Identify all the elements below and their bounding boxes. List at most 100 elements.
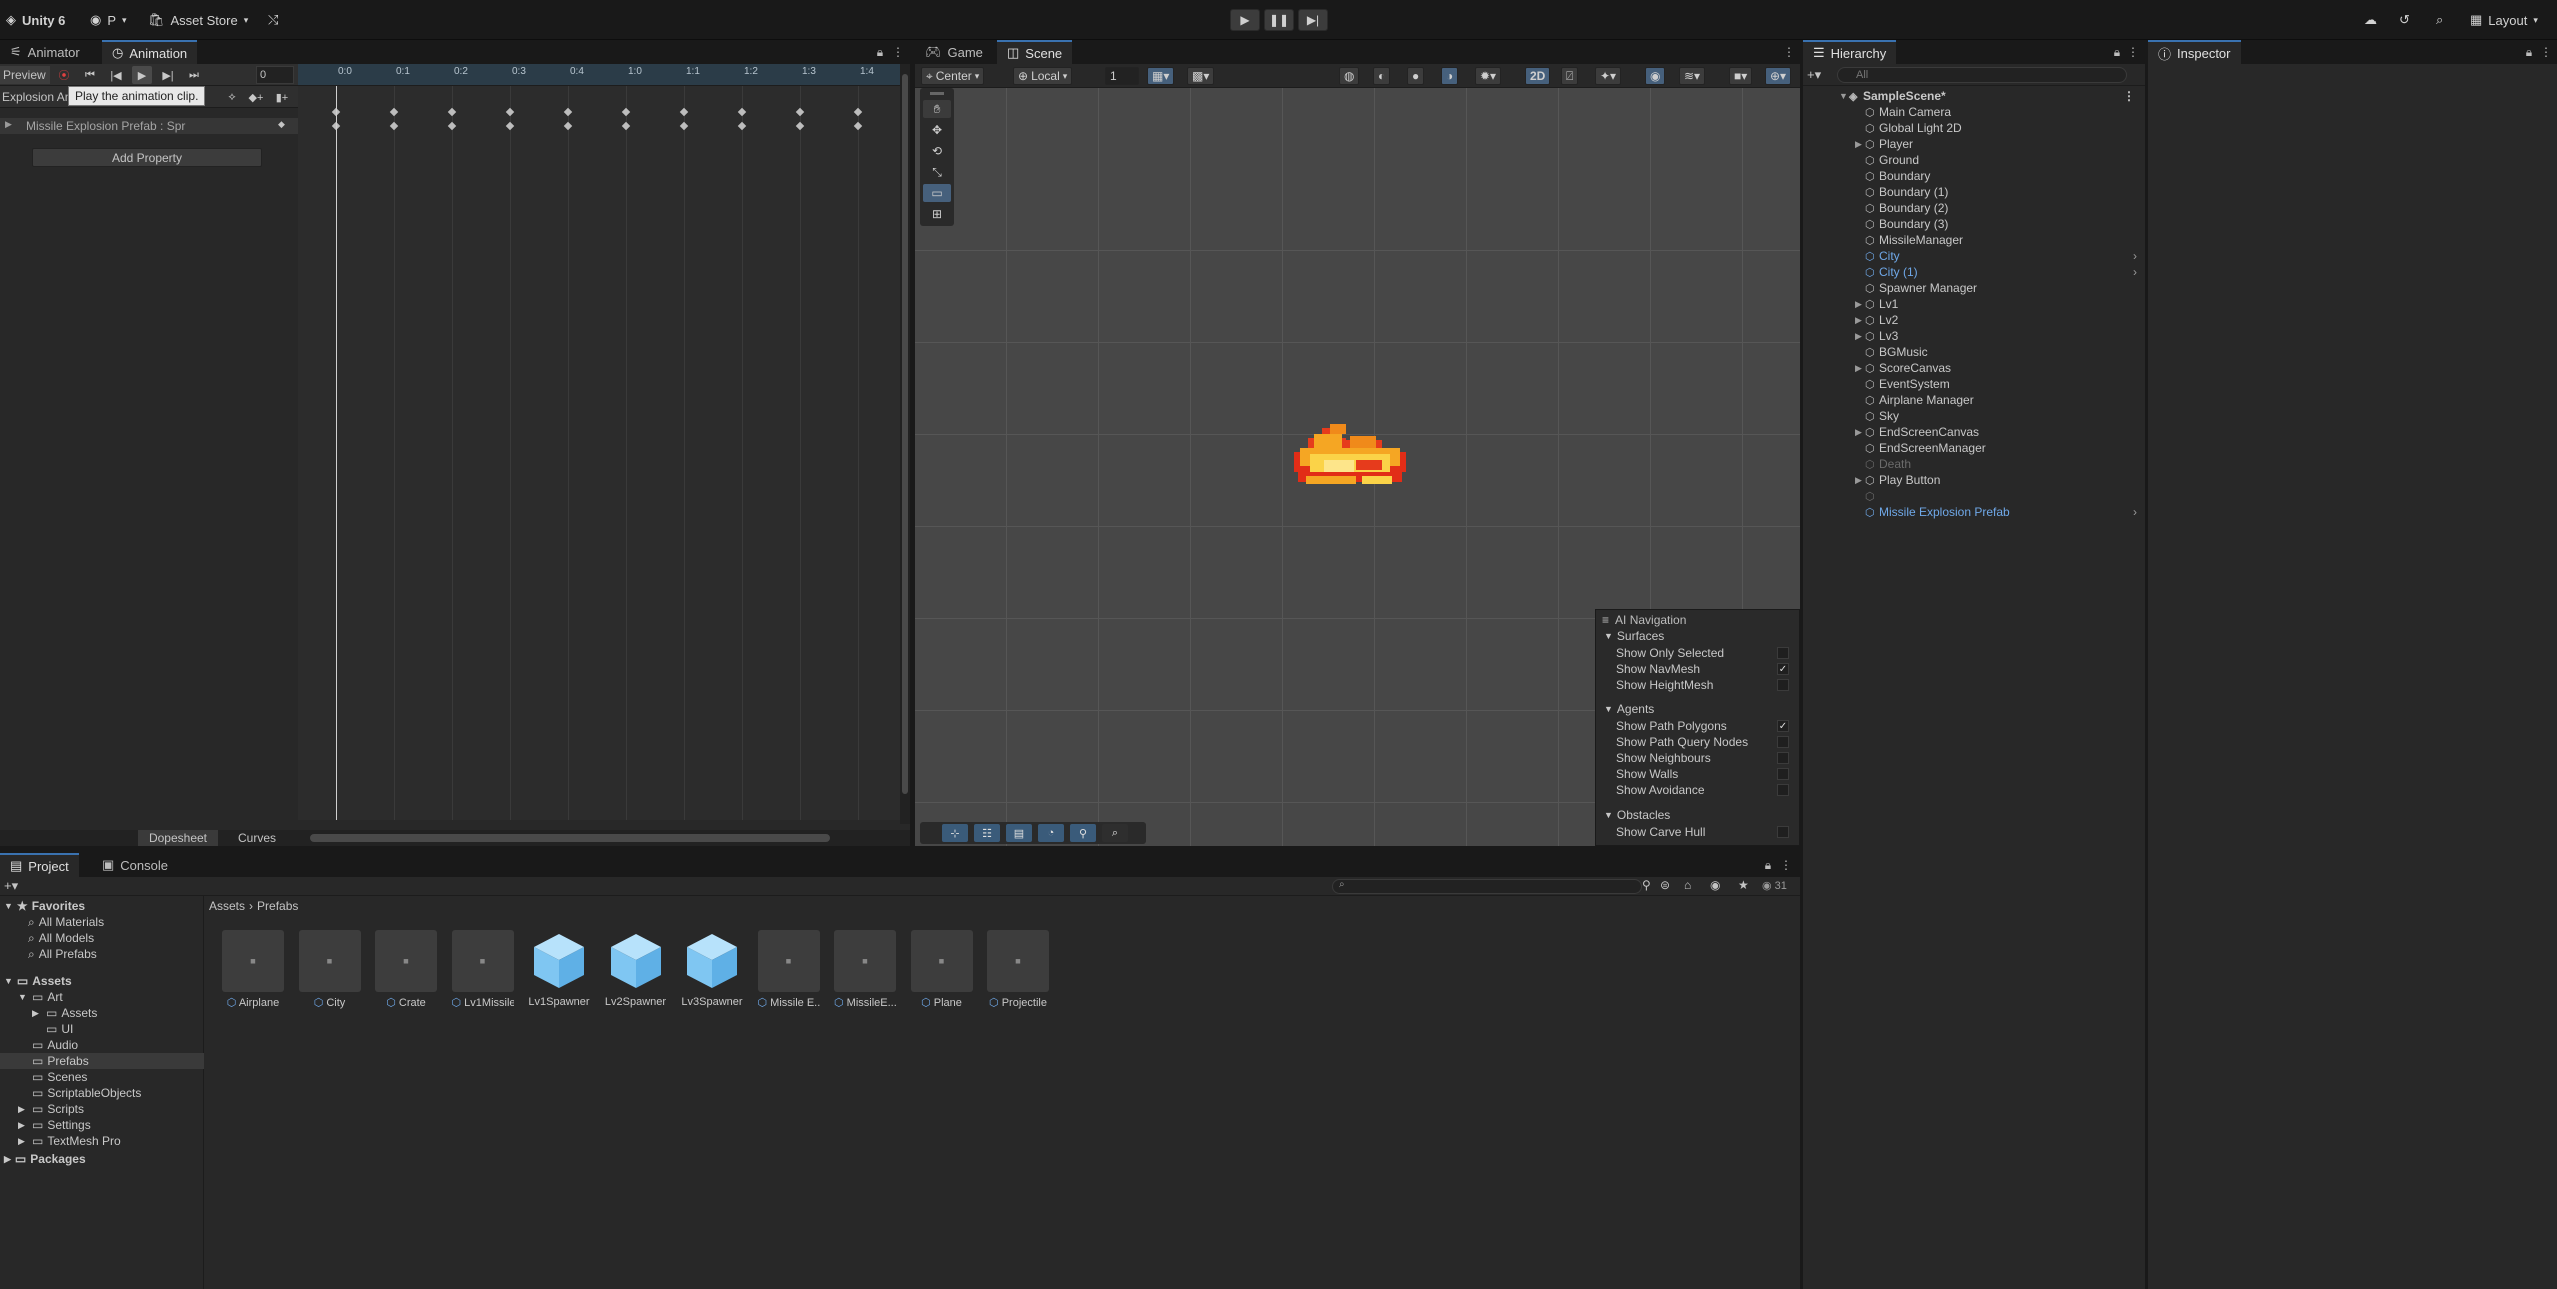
scene-root-row[interactable]: ▼ ◈ SampleScene* ⋮ — [1803, 88, 2145, 104]
camera-dropdown[interactable]: ■▾ — [1729, 67, 1753, 85]
unity-menu[interactable]: ◈ Unity 6 — [6, 10, 65, 30]
hierarchy-item[interactable]: ⬡ MissileManager — [1803, 232, 2145, 248]
overlay-option-row[interactable]: Show Walls — [1616, 766, 1789, 782]
lock-icon[interactable]: 🔒︎ — [872, 44, 888, 60]
move-tool-icon[interactable]: ✥ — [923, 121, 951, 139]
surfaces-foldout[interactable]: ▼ Surfaces — [1604, 628, 1664, 644]
cloud-button[interactable]: ☁ — [2364, 10, 2377, 30]
sphere-button[interactable]: ● — [1407, 67, 1425, 85]
layout-dropdown[interactable]: ▦ Layout ▾ — [2470, 10, 2538, 30]
overlay-option-row[interactable]: Show Carve Hull — [1616, 824, 1789, 840]
expand-arrow-icon[interactable]: ▶ — [1855, 427, 1865, 438]
breadcrumb-prefabs[interactable]: Prefabs — [257, 899, 298, 913]
warning-filter-icon[interactable]: ◉ — [1710, 878, 1720, 892]
pause-button[interactable]: ❚❚ — [1264, 9, 1294, 31]
open-prefab-arrow-icon[interactable]: › — [2133, 249, 2137, 263]
asset-item[interactable]: ▪ ⬡ Airplane — [222, 930, 284, 1009]
lock-icon[interactable]: 🔒︎ — [2109, 44, 2125, 60]
expand-arrow-icon[interactable]: ▶ — [5, 119, 12, 130]
asset-item[interactable]: ▪ ⬡ City — [298, 930, 361, 1009]
option-checkbox[interactable] — [1777, 736, 1789, 748]
asset-item[interactable]: Lv3Spawner — [681, 930, 743, 1008]
folder-tree-item[interactable]: ▭ UI — [0, 1021, 73, 1037]
gizmos-dropdown[interactable]: ⊕▾ — [1765, 67, 1792, 85]
step-button[interactable]: ▶| — [1298, 9, 1328, 31]
foldout-arrow-icon[interactable]: ▼ — [18, 992, 28, 1002]
preview-toggle[interactable]: Preview — [0, 66, 50, 84]
hierarchy-item[interactable]: ⬡ City › — [1803, 248, 2145, 264]
add-property-button[interactable]: Add Property — [32, 148, 262, 167]
overlay-option-row[interactable]: Show Path Polygons ✓ — [1616, 718, 1789, 734]
nav-tool-icon[interactable]: ⊹ — [942, 824, 968, 842]
expand-arrow-icon[interactable]: ▶ — [1855, 139, 1865, 150]
option-checkbox[interactable]: ✓ — [1777, 663, 1789, 675]
foldout-arrow-icon[interactable]: ▶ — [18, 1120, 28, 1131]
tab-scene[interactable]: ◫ Scene — [997, 40, 1073, 64]
add-keyframe-icon[interactable]: ⟡ — [222, 88, 242, 106]
expand-arrow-icon[interactable]: ▶ — [1855, 475, 1865, 486]
version-control-button[interactable]: ⤭ — [268, 10, 278, 30]
open-prefab-arrow-icon[interactable]: › — [2133, 505, 2137, 519]
visibility-toggle[interactable]: ◉ — [1645, 67, 1666, 85]
lock-icon[interactable]: 🔒︎ — [1760, 857, 1776, 873]
asset-item[interactable]: ▪ ⬡ Missile E... — [757, 930, 820, 1009]
overlay-option-row[interactable]: Show Avoidance — [1616, 782, 1789, 798]
foldout-arrow-icon[interactable]: ▶ — [18, 1104, 28, 1115]
hierarchy-item[interactable]: ▶ ⬡ Play Button — [1803, 472, 2145, 488]
folder-tree-item[interactable]: ▶ ▭ Scripts — [0, 1101, 84, 1117]
favorites-header[interactable]: ▼ ★ Favorites — [4, 898, 85, 914]
prev-keyframe-icon[interactable]: |◀ — [106, 66, 126, 84]
breadcrumb-assets[interactable]: Assets — [209, 899, 245, 913]
horizontal-scrollbar[interactable] — [310, 834, 830, 842]
snap-increment-input[interactable]: 1 — [1105, 67, 1139, 85]
rect-tool-icon[interactable]: ▭ — [923, 184, 951, 202]
clip-dropdown[interactable]: Explosion An — [2, 90, 71, 104]
tab-console[interactable]: ▣ Console — [92, 853, 178, 877]
favorite-item[interactable]: ⌕ All Prefabs — [28, 946, 97, 962]
add-event-icon[interactable]: ▮+ — [272, 88, 292, 106]
add-object-button[interactable]: +▾ — [1807, 67, 1821, 83]
property-key-icon[interactable]: ◆ — [278, 119, 285, 130]
project-search-input[interactable]: ⌕ — [1332, 879, 1642, 894]
hierarchy-item[interactable]: ⬡ Sky — [1803, 408, 2145, 424]
tag-icon[interactable]: ⌂ — [1684, 878, 1691, 892]
scrollbar-thumb[interactable] — [902, 74, 908, 794]
foldout-arrow-icon[interactable]: ▶ — [18, 1136, 28, 1147]
hierarchy-item[interactable]: ⬡ BGMusic — [1803, 344, 2145, 360]
favorite-item[interactable]: ⌕ All Models — [28, 930, 94, 946]
option-checkbox[interactable] — [1777, 784, 1789, 796]
expand-arrow-icon[interactable]: ▼ — [1839, 91, 1849, 101]
tab-animator[interactable]: ⚟ Animator — [0, 40, 90, 64]
more-menu-icon[interactable]: ⋮ — [1781, 44, 1797, 60]
option-checkbox[interactable]: ✓ — [1777, 720, 1789, 732]
assets-root[interactable]: ▼ ▭ Assets — [4, 973, 72, 989]
more-menu-icon[interactable]: ⋮ — [1778, 857, 1794, 873]
debug-dropdown[interactable]: ✹▾ — [1475, 67, 1502, 85]
dopesheet-area[interactable] — [298, 64, 900, 820]
foldout-arrow-icon[interactable]: ▶ — [32, 1008, 42, 1019]
transform-tool-icon[interactable]: ⊞ — [923, 205, 951, 223]
asset-item[interactable]: ▪ ⬡ Crate — [375, 930, 437, 1009]
space-dropdown[interactable]: ⊕ Local ▾ — [1013, 67, 1073, 85]
more-menu-icon[interactable]: ⋮ — [2123, 89, 2135, 103]
next-keyframe-icon[interactable]: ▶| — [158, 66, 178, 84]
tab-animation[interactable]: ◷ Animation — [102, 40, 198, 64]
draw-mode-button[interactable]: ◍ — [1339, 67, 1360, 85]
drag-handle[interactable] — [930, 92, 944, 95]
settings-tool-icon[interactable]: ☷ — [974, 824, 1000, 842]
audio-toggle[interactable]: ⍁ — [1561, 67, 1579, 85]
first-keyframe-icon[interactable]: ⏮ — [80, 66, 100, 84]
hierarchy-item[interactable]: ▶ ⬡ Lv2 — [1803, 312, 2145, 328]
obstacles-foldout[interactable]: ▼ Obstacles — [1604, 807, 1670, 823]
hierarchy-item[interactable]: ⬡ — [1803, 488, 2145, 504]
layers-dropdown[interactable]: ≋▾ — [1679, 67, 1706, 85]
hierarchy-item[interactable]: ⬡ Airplane Manager — [1803, 392, 2145, 408]
2d-toggle[interactable]: 2D — [1525, 67, 1551, 85]
hierarchy-item[interactable]: ⬡ Global Light 2D — [1803, 120, 2145, 136]
overlay-option-row[interactable]: Show Path Query Nodes — [1616, 734, 1789, 750]
tab-curves[interactable]: Curves — [222, 830, 292, 846]
tab-hierarchy[interactable]: ☰ Hierarchy — [1803, 40, 1897, 64]
overlay-option-row[interactable]: Show Only Selected — [1616, 645, 1789, 661]
hierarchy-item[interactable]: ⬡ Death — [1803, 456, 2145, 472]
tab-game[interactable]: 🎮︎ Game — [915, 40, 993, 64]
